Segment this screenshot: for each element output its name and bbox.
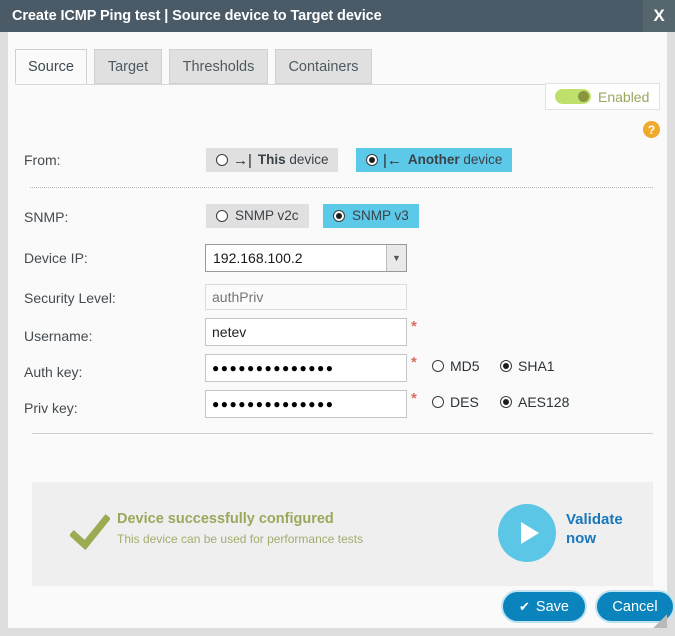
toggle-knob: [578, 91, 589, 102]
security-level-input[interactable]: [205, 284, 407, 310]
auth-key-input[interactable]: [205, 354, 407, 382]
check-icon: [70, 514, 110, 554]
priv-algorithm-des-label: DES: [450, 394, 479, 410]
from-another-rest: device: [460, 152, 503, 167]
tab-bar: Source Target Thresholds Containers: [8, 49, 667, 85]
auth-key-required-star: *: [411, 354, 417, 371]
resize-handle[interactable]: [653, 614, 667, 628]
radio-snmp-v3[interactable]: [333, 210, 345, 222]
tab-target[interactable]: Target: [94, 49, 162, 84]
validate-now-line2: now: [566, 529, 623, 548]
bar-to-arrow-icon: |←: [383, 153, 402, 168]
security-level-label: Security Level:: [24, 290, 116, 306]
snmp-option-v2c[interactable]: SNMP v2c: [206, 204, 309, 228]
snmp-option-v3-label: SNMP v3: [352, 209, 409, 223]
radio-aes128[interactable]: [500, 396, 512, 408]
save-button-label: Save: [536, 599, 569, 615]
from-another-bold: Another: [408, 152, 460, 167]
auth-algorithm-sha1[interactable]: SHA1: [500, 358, 555, 374]
priv-algorithm-des[interactable]: DES: [432, 394, 479, 410]
play-icon: [521, 522, 539, 544]
radio-sha1[interactable]: [500, 360, 512, 372]
from-this-bold: This: [258, 152, 286, 167]
snmp-label: SNMP:: [24, 209, 68, 225]
dialog-title: Create ICMP Ping test | Source device to…: [0, 8, 382, 24]
device-ip-label: Device IP:: [24, 250, 88, 266]
chevron-down-icon[interactable]: ▼: [386, 245, 406, 271]
snmp-option-v3[interactable]: SNMP v3: [323, 204, 419, 228]
check-icon-small: ✔: [519, 599, 530, 615]
help-icon[interactable]: ?: [643, 121, 660, 138]
toggle-track[interactable]: [555, 89, 591, 104]
priv-key-input[interactable]: [205, 390, 407, 418]
validate-now-button[interactable]: [498, 504, 556, 562]
auth-algorithm-sha1-label: SHA1: [518, 358, 555, 374]
arrow-to-bar-icon: →|: [233, 153, 252, 168]
priv-key-label: Priv key:: [24, 400, 78, 416]
auth-algorithm-md5[interactable]: MD5: [432, 358, 480, 374]
radio-md5[interactable]: [432, 360, 444, 372]
from-this-rest: device: [286, 152, 329, 167]
status-title: Device successfully configured: [117, 511, 334, 527]
radio-this-device[interactable]: [216, 154, 228, 166]
device-status-panel: Device successfully configured This devi…: [32, 482, 653, 586]
priv-key-required-star: *: [411, 390, 417, 407]
from-option-another-device[interactable]: |← Another device: [356, 148, 512, 172]
radio-des[interactable]: [432, 396, 444, 408]
snmp-option-v2c-label: SNMP v2c: [235, 209, 299, 223]
device-ip-select-box[interactable]: 192.168.100.2 ▼: [205, 244, 407, 272]
enabled-toggle-label: Enabled: [598, 89, 649, 105]
dialog-footer: ✔ Save Cancel: [8, 592, 667, 632]
username-input[interactable]: [205, 318, 407, 346]
priv-algorithm-aes128[interactable]: AES128: [500, 394, 569, 410]
tab-thresholds[interactable]: Thresholds: [169, 49, 268, 84]
radio-another-device[interactable]: [366, 154, 378, 166]
device-ip-select[interactable]: 192.168.100.2 ▼: [205, 244, 407, 272]
auth-algorithm-md5-label: MD5: [450, 358, 480, 374]
tab-containers[interactable]: Containers: [275, 49, 372, 84]
dialog-titlebar: Create ICMP Ping test | Source device to…: [0, 0, 675, 32]
from-label: From:: [24, 152, 61, 168]
priv-algorithm-aes128-label: AES128: [518, 394, 569, 410]
username-label: Username:: [24, 328, 92, 344]
from-option-this-device-label: This device: [258, 153, 329, 167]
section-divider-dotted: [30, 187, 653, 188]
username-required-star: *: [411, 318, 417, 335]
validate-now-label[interactable]: Validate now: [566, 510, 623, 548]
from-option-another-device-label: Another device: [408, 153, 503, 167]
device-ip-value: 192.168.100.2: [206, 250, 386, 266]
dialog-body: Source Target Thresholds Containers Enab…: [8, 32, 667, 628]
save-button[interactable]: ✔ Save: [503, 592, 585, 621]
validate-now-line1: Validate: [566, 510, 623, 529]
tab-source[interactable]: Source: [15, 49, 87, 84]
enabled-toggle[interactable]: Enabled: [545, 83, 660, 110]
section-divider-solid: [32, 433, 653, 434]
radio-snmp-v2c[interactable]: [216, 210, 228, 222]
auth-key-label: Auth key:: [24, 364, 82, 380]
close-icon[interactable]: X: [643, 0, 675, 32]
from-option-this-device[interactable]: →| This device: [206, 148, 338, 172]
status-subtitle: This device can be used for performance …: [117, 532, 363, 546]
